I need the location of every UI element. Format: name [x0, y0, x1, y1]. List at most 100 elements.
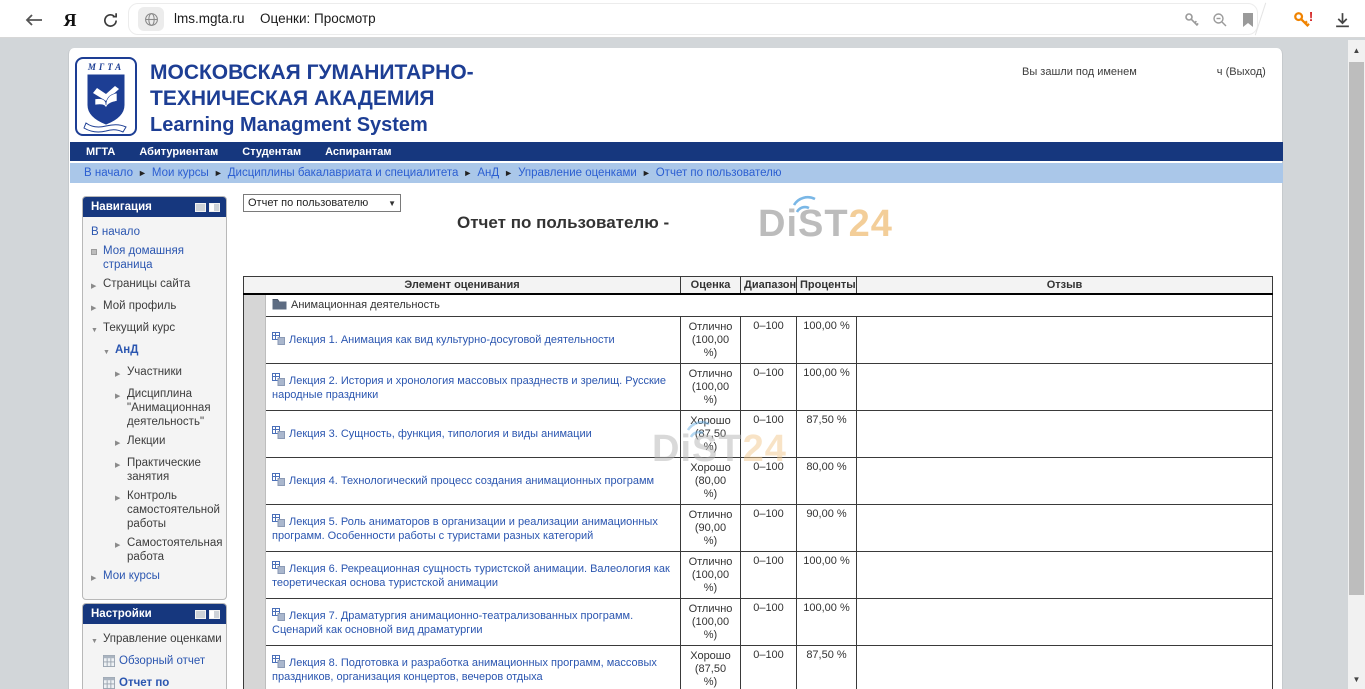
navigation-item-11: ▶Самостоятельная работа [83, 536, 222, 564]
percentage-cell: 100,00 % [797, 599, 857, 646]
vertical-scrollbar[interactable]: ▲ ▼ [1348, 40, 1365, 689]
navigation-label-0[interactable]: В начало [91, 225, 140, 239]
tree-expanded-icon[interactable]: ▼ [91, 321, 103, 338]
navigation-label-5[interactable]: АнД [115, 343, 138, 357]
browser-toolbar: Я lms.mgta.ru Оценки: Просмотр ! [0, 0, 1365, 38]
collapse-block-icon[interactable] [195, 203, 206, 212]
menu-item-0[interactable]: МГТА [86, 146, 115, 158]
refresh-icon[interactable] [98, 9, 122, 31]
breadcrumb-item-2[interactable]: Дисциплины бакалавриата и специалитета [228, 167, 459, 179]
yandex-icon[interactable]: Я [58, 9, 82, 31]
folder-icon [272, 298, 287, 313]
report-table-icon [103, 654, 119, 671]
tree-expanded-icon[interactable]: ▼ [91, 632, 103, 649]
tree-collapsed-icon[interactable]: ▶ [91, 299, 103, 316]
tree-collapsed-icon[interactable]: ▶ [115, 387, 127, 404]
range-cell: 0–100 [741, 411, 797, 458]
navigation-label-2[interactable]: Страницы сайта [103, 277, 190, 291]
scroll-up-icon[interactable]: ▲ [1348, 40, 1365, 60]
protect-key-icon[interactable]: ! [1286, 9, 1320, 31]
navigation-label-4[interactable]: Текущий курс [103, 321, 175, 335]
navigation-label-7[interactable]: Дисциплина "Анимационная деятельность" [127, 387, 222, 429]
navigation-label-11[interactable]: Самостоятельная работа [127, 536, 222, 564]
site-title-line1: МОСКОВСКАЯ ГУМАНИТАРНО- [150, 60, 474, 86]
indent-cell [244, 552, 266, 599]
grade-item-row: Лекция 6. Рекреационная сущность туристс… [244, 552, 1273, 599]
dock-block-icon[interactable] [209, 610, 220, 619]
tree-collapsed-icon[interactable]: ▶ [115, 434, 127, 451]
grade-item-link[interactable]: Лекция 2. История и хронология массовых … [272, 375, 666, 401]
navigation-label-12[interactable]: Мои курсы [103, 569, 160, 583]
menu-item-2[interactable]: Студентам [242, 146, 301, 158]
grade-item-link[interactable]: Лекция 3. Сущность, функция, типология и… [289, 428, 592, 440]
zoom-icon[interactable] [1208, 9, 1232, 31]
navigation-item-3: ▶Мой профиль [83, 299, 222, 316]
breadcrumb-separator: ► [504, 168, 513, 178]
tree-collapsed-icon[interactable]: ▶ [115, 456, 127, 473]
breadcrumb-item-0[interactable]: В начало [84, 167, 133, 179]
navigation-label-6[interactable]: Участники [127, 365, 182, 379]
tree-expanded-icon[interactable]: ▼ [103, 343, 115, 360]
grade-item-link[interactable]: Лекция 5. Роль аниматоров в организации … [272, 516, 658, 542]
column-header-2: Диапазон [741, 277, 797, 295]
grade-cell: Хорошо(87,50 %) [681, 411, 741, 458]
logo-text: МГТА [88, 62, 124, 72]
navigation-label-8[interactable]: Лекции [127, 434, 165, 448]
lesson-icon [272, 473, 285, 489]
range-cell: 0–100 [741, 458, 797, 505]
grade-item-link[interactable]: Лекция 8. Подготовка и разработка анимац… [272, 657, 657, 683]
feedback-cell [857, 317, 1273, 364]
password-key-icon[interactable] [1180, 9, 1204, 31]
page-title-text: Отчет по пользователю - [457, 213, 669, 232]
column-header-3: Проценты [797, 277, 857, 295]
logout-link[interactable]: ч (Выход) [1217, 66, 1266, 78]
tree-collapsed-icon[interactable]: ▶ [91, 569, 103, 586]
grade-item-link[interactable]: Лекция 1. Анимация как вид культурно-дос… [289, 334, 615, 346]
tree-collapsed-icon[interactable]: ▶ [115, 536, 127, 553]
menu-item-3[interactable]: Аспирантам [325, 146, 391, 158]
breadcrumb-item-1[interactable]: Мои курсы [152, 167, 209, 179]
feedback-cell [857, 646, 1273, 689]
breadcrumb-item-4[interactable]: Управление оценками [518, 167, 637, 179]
settings-label-1[interactable]: Обзорный отчет [119, 654, 205, 668]
navigation-item-6: ▶Участники [83, 365, 222, 382]
navigation-label-9[interactable]: Практические занятия [127, 456, 222, 484]
grade-item-row: Лекция 5. Роль аниматоров в организации … [244, 505, 1273, 552]
download-icon[interactable] [1330, 9, 1354, 31]
grade-cell: Хорошо(80,00 %) [681, 458, 741, 505]
grade-item-link[interactable]: Лекция 7. Драматургия анимационно-театра… [272, 610, 633, 636]
navigation-label-1[interactable]: Моя домашняя страница [103, 244, 222, 272]
settings-label-2[interactable]: Отчет по пользователю [119, 676, 222, 689]
navigation-label-10[interactable]: Контроль самостоятельной работы [127, 489, 222, 531]
breadcrumb-item-5[interactable]: Отчет по пользователю [656, 167, 782, 179]
collapse-block-icon[interactable] [195, 610, 206, 619]
grade-item-link[interactable]: Лекция 4. Технологический процесс создан… [289, 475, 654, 487]
settings-label-0[interactable]: Управление оценками [103, 632, 222, 646]
bullet-icon [91, 244, 103, 261]
browser-window: { "browser": { "url": "lms.mgta.ru", "pa… [0, 0, 1365, 689]
academy-logo[interactable]: МГТА [75, 57, 137, 136]
settings-block-header: Настройки [83, 604, 226, 624]
login-text: Вы зашли под именем [1022, 66, 1137, 78]
url-text[interactable]: lms.mgta.ru [174, 11, 245, 26]
grade-item-link[interactable]: Лекция 6. Рекреационная сущность туристс… [272, 563, 670, 589]
breadcrumb-item-3[interactable]: АнД [477, 167, 499, 179]
dock-block-icon[interactable] [209, 203, 220, 212]
yandex-letter: Я [64, 10, 77, 31]
breadcrumb-separator: ► [214, 168, 223, 178]
report-type-select[interactable]: Отчет по пользователю ▼ [243, 194, 401, 212]
site-security-chip[interactable] [138, 7, 164, 31]
scroll-down-icon[interactable]: ▼ [1348, 669, 1365, 689]
navigation-label-3[interactable]: Мой профиль [103, 299, 176, 313]
tree-collapsed-icon[interactable]: ▶ [115, 489, 127, 506]
column-header-4: Отзыв [857, 277, 1273, 295]
range-cell: 0–100 [741, 552, 797, 599]
menu-item-1[interactable]: Абитуриентам [139, 146, 218, 158]
back-icon[interactable] [22, 9, 46, 31]
feedback-cell [857, 364, 1273, 411]
scrollbar-thumb[interactable] [1349, 62, 1364, 595]
login-status: Вы зашли под именем ч (Выход) [1022, 66, 1266, 78]
tree-collapsed-icon[interactable]: ▶ [115, 365, 127, 382]
category-name-cell: Анимационная деятельность [266, 294, 1273, 317]
tree-collapsed-icon[interactable]: ▶ [91, 277, 103, 294]
